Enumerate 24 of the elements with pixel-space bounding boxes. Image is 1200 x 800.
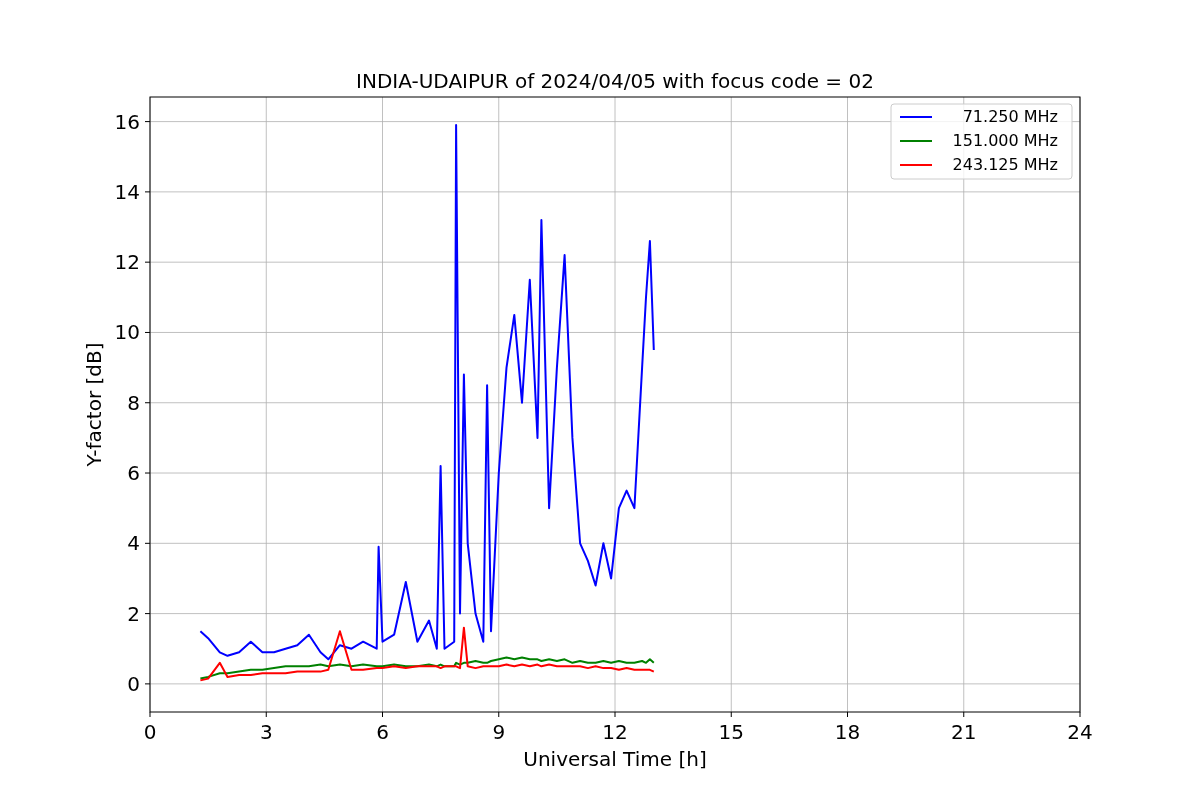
x-tick-label: 18 — [834, 720, 861, 744]
y-tick-label: 8 — [127, 390, 140, 415]
x-tick-label: 15 — [718, 720, 744, 744]
x-tick-label: 6 — [376, 720, 389, 744]
y-tick-label: 4 — [127, 531, 140, 556]
x-axis-label: Universal Time [h] — [523, 747, 707, 771]
y-tick-label: 0 — [127, 671, 140, 696]
y-tick-label: 6 — [127, 461, 140, 486]
legend-label: 151.000 MHz — [952, 131, 1058, 150]
y-tick-label: 14 — [114, 179, 140, 204]
y-tick-label: 12 — [114, 250, 140, 275]
x-tick-label: 3 — [259, 720, 273, 744]
y-tick-label: 16 — [114, 109, 140, 134]
chart-title: INDIA-UDAIPUR of 2024/04/05 with focus code = 02 — [356, 69, 874, 93]
legend-label: 71.250 MHz — [962, 107, 1058, 126]
x-tick-label: 9 — [492, 720, 506, 744]
x-tick-label: 12 — [602, 720, 628, 744]
y-tick-label: 10 — [114, 320, 140, 345]
x-tick-label: 0 — [143, 720, 157, 744]
legend-label: 243.125 MHz — [952, 155, 1058, 174]
y-tick-label: 2 — [127, 601, 140, 626]
y-axis-label: Y-factor [dB] — [82, 342, 106, 467]
x-tick-label: 21 — [951, 720, 977, 744]
x-tick-label: 24 — [1067, 720, 1093, 744]
